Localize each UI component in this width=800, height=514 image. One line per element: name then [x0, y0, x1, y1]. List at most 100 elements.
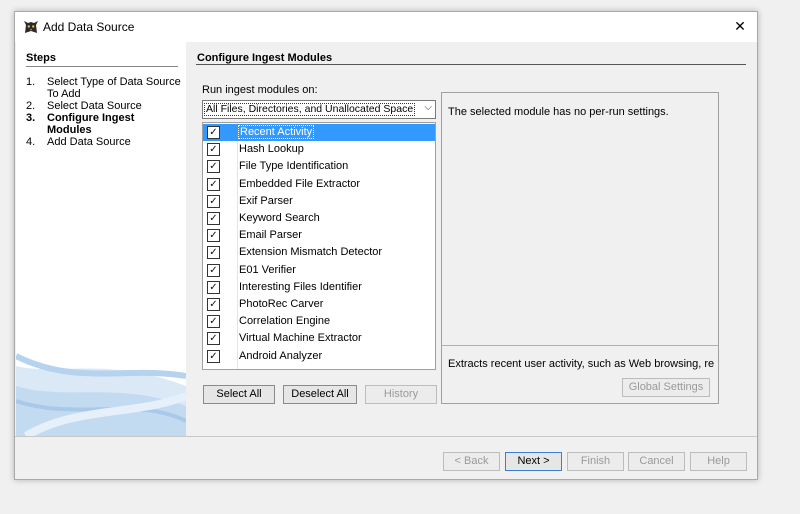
run-on-selected-value: All Files, Directories, and Unallocated …: [204, 103, 416, 116]
select-all-button[interactable]: Select All: [203, 385, 275, 404]
cancel-button[interactable]: Cancel: [628, 452, 685, 471]
module-row[interactable]: ✓ Recent Activity: [203, 124, 435, 141]
step-list: 1. Select Type of Data Source To Add 2. …: [26, 76, 182, 148]
steps-divider: [26, 66, 178, 67]
step-label: Select Data Source: [47, 100, 142, 112]
module-row[interactable]: ✓ Email Parser: [203, 227, 435, 244]
module-checkbox[interactable]: ✓: [207, 246, 220, 260]
step-3: 3. Configure Ingest Modules: [26, 112, 182, 136]
module-checkbox[interactable]: ✓: [207, 332, 220, 346]
global-settings-button[interactable]: Global Settings: [622, 378, 710, 397]
settings-message: The selected module has no per-run setti…: [448, 106, 669, 118]
module-label: Virtual Machine Extractor: [239, 332, 362, 345]
module-row[interactable]: ✓ Correlation Engine: [203, 313, 435, 330]
step-2: 2. Select Data Source: [26, 100, 182, 112]
module-checkbox[interactable]: ✓: [207, 212, 220, 225]
module-label: Exif Parser: [239, 194, 293, 207]
module-checkbox[interactable]: ✓: [207, 349, 220, 363]
footer-divider: [15, 436, 757, 437]
step-number: 4.: [26, 136, 36, 148]
module-row[interactable]: ✓ Android Analyzer: [203, 348, 435, 365]
section-divider: [196, 64, 746, 65]
module-row[interactable]: ✓ Embedded File Extractor: [203, 176, 435, 193]
module-label: Hash Lookup: [239, 143, 304, 156]
chevron-down-icon: ⌵: [424, 102, 432, 113]
configure-ingest-panel: Configure Ingest Modules Run ingest modu…: [188, 42, 756, 436]
steps-title: Steps: [26, 52, 56, 64]
checkbox-cell: ✓: [203, 124, 237, 141]
module-row[interactable]: ✓ Exif Parser: [203, 193, 435, 210]
per-run-settings-area: The selected module has no per-run setti…: [442, 93, 718, 346]
module-checkbox[interactable]: ✓: [207, 126, 220, 139]
module-row[interactable]: ✓ Virtual Machine Extractor: [203, 330, 435, 347]
next-button[interactable]: Next >: [505, 452, 562, 471]
close-icon[interactable]: ✕: [731, 17, 749, 35]
history-button[interactable]: History: [365, 385, 437, 404]
step-number: 1.: [26, 76, 36, 88]
checkbox-cell: ✓: [203, 141, 237, 158]
checkbox-cell: ✓: [203, 279, 237, 296]
checkbox-cell: ✓: [203, 227, 237, 244]
module-checkbox[interactable]: ✓: [207, 280, 220, 294]
decorative-wave-graphic: [16, 353, 186, 436]
checkbox-cell: ✓: [203, 296, 237, 313]
module-label: Recent Activity: [238, 125, 315, 139]
module-description: Extracts recent user activity, such as W…: [448, 358, 714, 370]
checkbox-cell: ✓: [203, 176, 237, 193]
module-checkbox[interactable]: ✓: [207, 298, 220, 311]
module-checkbox[interactable]: ✓: [207, 194, 220, 208]
module-checkbox[interactable]: ✓: [207, 263, 220, 277]
module-row[interactable]: ✓ File Type Identification: [203, 158, 435, 175]
checkbox-cell: ✓: [203, 313, 237, 330]
add-data-source-dialog: Add Data Source ✕ Steps 1. Select Type o…: [14, 11, 758, 480]
module-label: Interesting Files Identifier: [239, 280, 362, 293]
step-4: 4. Add Data Source: [26, 136, 182, 148]
step-number: 3.: [26, 112, 36, 124]
module-label: E01 Verifier: [239, 263, 296, 276]
checkbox-cell: ✓: [203, 262, 237, 279]
ingest-module-list[interactable]: ✓ Recent Activity ✓ Hash Lookup ✓ File Type I…: [202, 122, 436, 370]
deselect-all-button[interactable]: Deselect All: [283, 385, 357, 404]
module-row[interactable]: ✓ Keyword Search: [203, 210, 435, 227]
module-row[interactable]: ✓ Interesting Files Identifier: [203, 279, 435, 296]
checkbox-cell: ✓: [203, 330, 237, 347]
module-settings-panel: The selected module has no per-run setti…: [441, 92, 719, 404]
checkbox-cell: ✓: [203, 193, 237, 210]
module-row[interactable]: ✓ PhotoRec Carver: [203, 296, 435, 313]
module-label: Correlation Engine: [239, 315, 331, 328]
module-row[interactable]: ✓ Hash Lookup: [203, 141, 435, 158]
title-bar[interactable]: Add Data Source ✕: [15, 12, 757, 42]
checkbox-cell: ✓: [203, 244, 237, 261]
step-1: 1. Select Type of Data Source To Add: [26, 76, 182, 100]
finish-button[interactable]: Finish: [567, 452, 624, 471]
step-number: 2.: [26, 100, 36, 112]
checkbox-cell: ✓: [203, 348, 237, 365]
module-checkbox[interactable]: ✓: [207, 160, 220, 174]
section-title: Configure Ingest Modules: [197, 52, 333, 64]
module-checkbox[interactable]: ✓: [207, 143, 220, 157]
module-label: Embedded File Extractor: [239, 177, 361, 190]
run-on-label: Run ingest modules on:: [202, 84, 318, 96]
step-label: Configure Ingest Modules: [47, 112, 135, 136]
module-row[interactable]: ✓ E01 Verifier: [203, 262, 435, 279]
window-title: Add Data Source: [43, 20, 135, 34]
module-checkbox[interactable]: ✓: [207, 177, 220, 191]
module-checkbox[interactable]: ✓: [207, 315, 220, 329]
module-label: Extension Mismatch Detector: [239, 246, 383, 259]
step-label: Select Type of Data Source To Add: [47, 76, 181, 100]
module-label: PhotoRec Carver: [239, 298, 324, 310]
checkbox-cell: ✓: [203, 210, 237, 227]
help-button[interactable]: Help: [690, 452, 747, 471]
module-label: Android Analyzer: [239, 349, 323, 362]
module-checkbox[interactable]: ✓: [207, 229, 220, 243]
module-label: Keyword Search: [239, 212, 320, 224]
module-label: File Type Identification: [239, 160, 349, 173]
run-on-dropdown[interactable]: All Files, Directories, and Unallocated …: [202, 100, 436, 119]
back-button[interactable]: < Back: [443, 452, 500, 471]
steps-panel: Steps 1. Select Type of Data Source To A…: [16, 42, 186, 436]
step-label: Add Data Source: [47, 136, 131, 148]
module-label: Email Parser: [239, 229, 302, 242]
checkbox-cell: ✓: [203, 158, 237, 175]
autopsy-dog-icon: [24, 21, 38, 33]
module-row[interactable]: ✓ Extension Mismatch Detector: [203, 244, 435, 261]
